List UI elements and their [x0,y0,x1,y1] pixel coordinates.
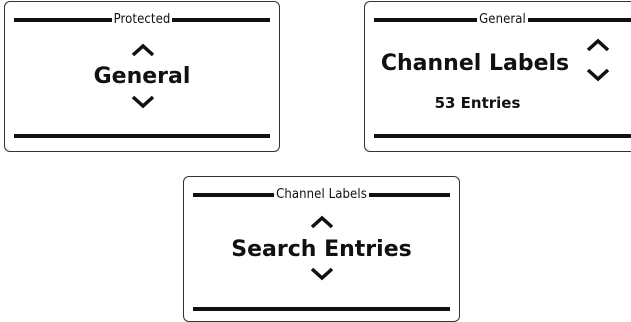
menu-item-label[interactable]: Search Entries [184,238,459,262]
chevron-up-icon[interactable] [586,38,610,52]
screen-header: Channel Labels [193,186,451,204]
menu-screen-channel-labels: Channel Labels Search Entries [183,176,460,322]
header-rule-left [14,18,112,22]
header-title: Channel Labels [276,187,367,202]
chevron-up-icon[interactable] [310,215,334,229]
chevron-up-icon[interactable] [131,43,155,57]
chevron-down-icon[interactable] [310,267,334,281]
screen-header: Protected [14,11,271,29]
footer-rule [14,134,270,138]
menu-screen-general: General Channel Labels 53 Entries [364,1,631,152]
entry-count: 53 Entries [434,94,521,112]
footer-rule [374,134,631,138]
menu-screen-protected: Protected General [4,1,280,152]
chevron-down-icon[interactable] [586,68,610,82]
screen-header: General [374,11,631,29]
chevron-down-icon[interactable] [131,95,155,109]
header-rule-right [368,193,451,197]
menu-item-label[interactable]: General [5,65,279,89]
header-title: General [479,12,526,27]
header-title: Protected [113,12,171,27]
header-rule-right [172,18,271,22]
header-rule-right [527,18,631,22]
footer-rule [193,307,450,311]
menu-item-label[interactable]: Channel Labels [365,52,585,76]
header-rule-left [374,18,478,22]
header-rule-left [193,193,275,197]
